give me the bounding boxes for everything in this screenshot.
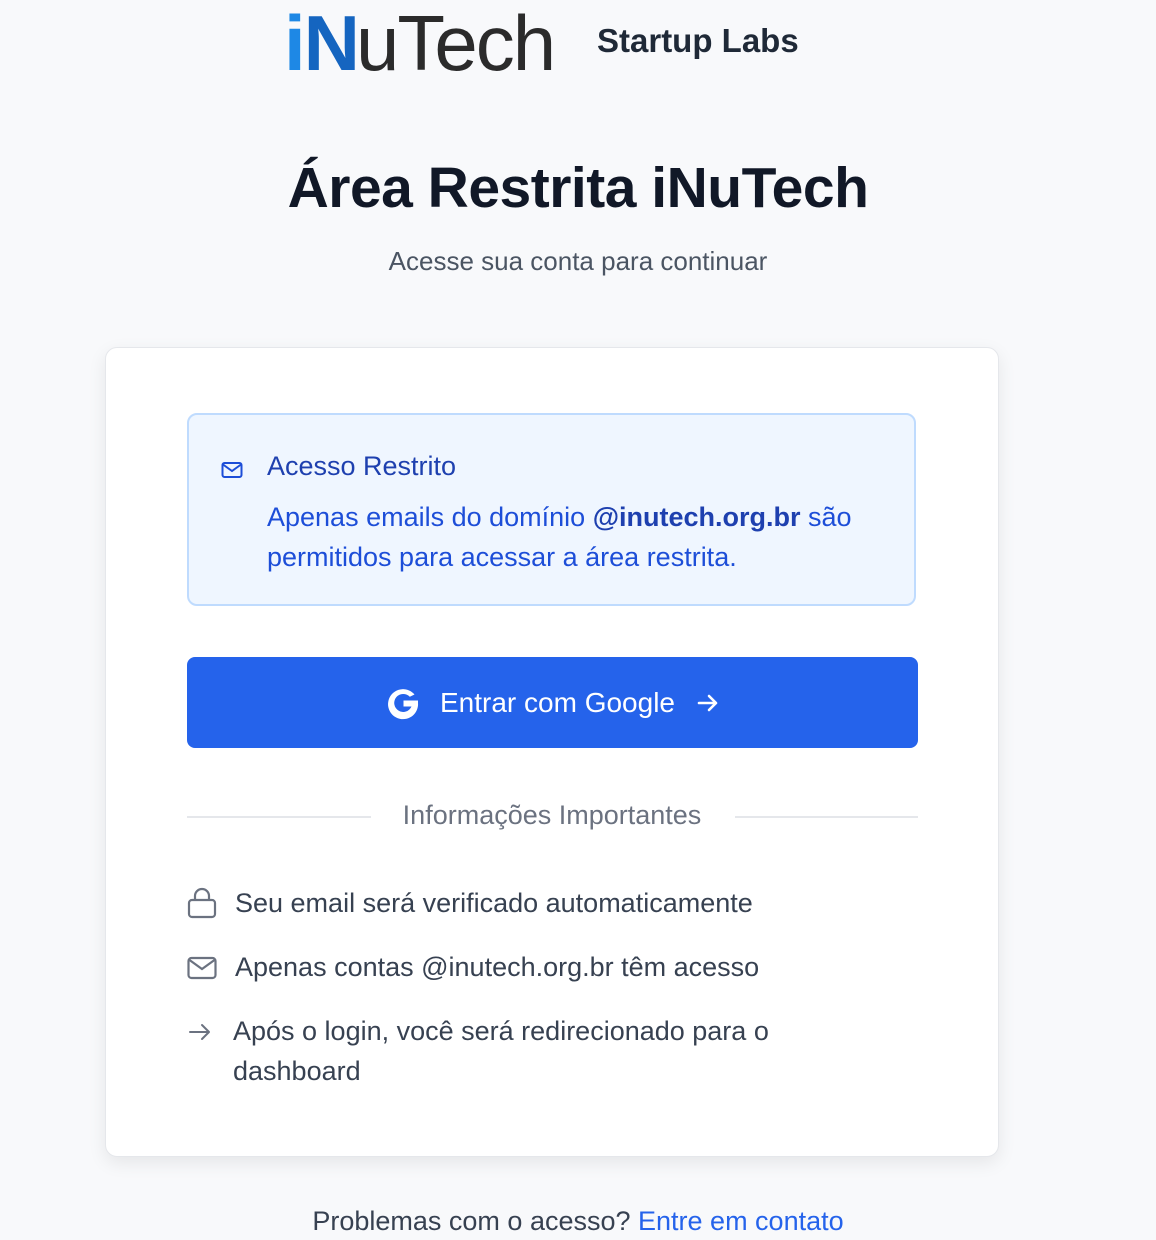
info-item-text: Apenas contas @inutech.org.br têm acesso (235, 952, 760, 982)
notice-text-before: Apenas emails do domínio (267, 502, 593, 532)
notice-title: Acesso Restrito (267, 451, 457, 481)
info-item-text: Seu email será verificado automaticament… (235, 888, 753, 918)
page-title: Área Restrita iNuTech (287, 156, 869, 220)
google-icon (388, 688, 419, 719)
page-subtitle: Acesse sua conta para continuar (388, 246, 768, 276)
footer: Problemas com o acesso? Entre em contato (0, 1206, 1156, 1237)
brand-subtitle: Startup Labs (597, 22, 799, 59)
mail-icon (187, 956, 217, 980)
arrow-right-icon (189, 1024, 210, 1040)
footer-question: Problemas com o acesso? (312, 1206, 639, 1236)
logo-letter-n: N (303, 0, 360, 87)
mail-icon (221, 462, 243, 478)
restricted-access-notice: Acesso Restrito Apenas emails do domínio… (187, 413, 916, 606)
lock-icon (187, 887, 217, 919)
google-login-label: Entrar com Google (440, 686, 675, 718)
logo-letter-i: i (284, 0, 306, 87)
divider-line-right (735, 816, 918, 818)
inutech-logo[interactable]: i N uTech (284, 0, 556, 87)
info-item-text: Após o login, você será redirecionado pa… (233, 1016, 769, 1086)
header: i N uTech Startup Labs (0, 0, 1156, 90)
login-card: Acesso Restrito Apenas emails do domínio… (105, 347, 999, 1157)
logo-text: uTech (356, 0, 556, 87)
notice-text: Apenas emails do domínio @inutech.org.br… (267, 497, 897, 577)
google-login-button[interactable]: Entrar com Google (187, 657, 918, 748)
contact-link[interactable]: Entre em contato (638, 1206, 844, 1236)
notice-domain: @inutech.org.br (592, 502, 801, 532)
arrow-right-icon (697, 694, 718, 711)
